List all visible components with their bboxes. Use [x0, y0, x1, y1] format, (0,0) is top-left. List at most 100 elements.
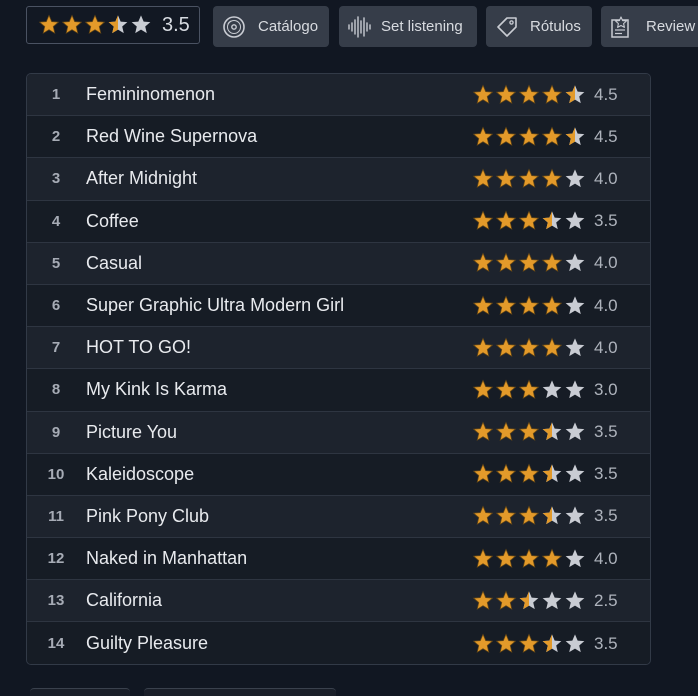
- track-rating-stars[interactable]: [472, 379, 586, 401]
- star-icon: [472, 84, 494, 104]
- star-icon: [472, 168, 494, 188]
- track-title[interactable]: Red Wine Supernova: [86, 126, 472, 147]
- track-row[interactable]: 9 Picture You 3.5: [27, 411, 650, 454]
- track-rating-value: 4.0: [594, 168, 618, 188]
- star-icon: [565, 127, 585, 145]
- star-icon: [472, 337, 494, 357]
- star-icon: [565, 84, 585, 103]
- track-rating-stars[interactable]: [472, 210, 586, 232]
- track-row[interactable]: 12 Naked in Manhattan 4.0: [27, 538, 650, 581]
- track-rating-stars[interactable]: [472, 505, 586, 527]
- track-title[interactable]: Guilty Pleasure: [86, 633, 472, 654]
- star-icon: [495, 126, 517, 146]
- star-icon: [472, 590, 494, 610]
- star-icon: [472, 463, 494, 484]
- labels-button[interactable]: Rótulos: [486, 6, 592, 47]
- star-icon: [131, 15, 151, 34]
- track-number: 13: [47, 592, 65, 610]
- star-icon: [542, 506, 562, 525]
- star-icon: [472, 548, 494, 568]
- star-icon: [565, 338, 585, 356]
- track-rating-stars[interactable]: [472, 84, 586, 106]
- track-row[interactable]: 14 Guilty Pleasure 3.5: [27, 622, 650, 664]
- overall-rating-value: 3.5: [162, 13, 190, 36]
- star-icon: [519, 591, 539, 610]
- star-icon: [472, 379, 494, 399]
- track-title[interactable]: Super Graphic Ultra Modern Girl: [86, 295, 472, 316]
- track-title[interactable]: My Kink Is Karma: [86, 379, 472, 400]
- star-icon: [495, 632, 517, 653]
- star-icon: [541, 294, 563, 315]
- track-title[interactable]: Coffee: [86, 211, 472, 232]
- track-title[interactable]: Pink Pony Club: [86, 506, 472, 527]
- track-row[interactable]: 10 Kaleidoscope 3.5: [27, 453, 650, 496]
- star-icon: [541, 337, 563, 357]
- track-rating-value: 3.5: [594, 633, 618, 653]
- review-icon: [608, 14, 634, 40]
- track-row[interactable]: 11 Pink Pony Club 3.5: [27, 495, 650, 539]
- track-row[interactable]: 4 Coffee 3.5: [27, 200, 650, 243]
- track-number: 14: [47, 635, 65, 653]
- track-rating-stars[interactable]: [472, 463, 586, 485]
- star-icon: [108, 15, 128, 34]
- star-icon: [565, 633, 585, 652]
- track-rating-stars[interactable]: [472, 590, 586, 612]
- star-icon: [542, 422, 562, 441]
- track-rating-stars[interactable]: [472, 632, 586, 655]
- track-rating-stars[interactable]: [472, 294, 586, 317]
- track-rating-stars[interactable]: [472, 168, 586, 190]
- track-rating-stars[interactable]: [472, 548, 586, 570]
- star-icon: [541, 252, 563, 273]
- track-rating-stars[interactable]: [472, 252, 586, 274]
- track-title[interactable]: Picture You: [86, 422, 472, 443]
- star-icon: [542, 211, 562, 230]
- star-icon: [565, 295, 585, 314]
- track-rating-value: 4.0: [594, 337, 618, 357]
- track-title[interactable]: Femininomenon: [86, 84, 472, 105]
- star-icon: [495, 252, 517, 273]
- track-row[interactable]: 2 Red Wine Supernova 4.5: [27, 116, 650, 159]
- star-icon: [565, 591, 585, 610]
- track-row[interactable]: 13 California 2.5: [27, 580, 650, 623]
- star-icon: [495, 379, 517, 399]
- track-number: 11: [48, 507, 64, 525]
- track-title[interactable]: HOT TO GO!: [86, 337, 472, 358]
- track-number: 10: [47, 465, 65, 483]
- track-rating-stars[interactable]: [472, 421, 586, 443]
- track-title[interactable]: After Midnight: [86, 168, 472, 189]
- track-row[interactable]: 8 My Kink Is Karma 3.0: [27, 369, 650, 412]
- star-icon: [495, 590, 517, 610]
- track-title[interactable]: Casual: [86, 253, 472, 274]
- tracklist: 1 Femininomenon 4.5 2 Red Wine Supernova 4.5 3…: [26, 73, 651, 665]
- track-row[interactable]: 7 HOT TO GO! 4.0: [27, 327, 650, 370]
- track-row[interactable]: 1 Femininomenon 4.5: [27, 74, 650, 117]
- track-title[interactable]: Kaleidoscope: [86, 464, 472, 485]
- set-listening-button[interactable]: Set listening: [339, 6, 477, 47]
- track-row[interactable]: 5 Casual 4.0: [27, 242, 650, 285]
- star-icon: [565, 211, 585, 230]
- star-icon: [565, 464, 585, 483]
- star-icon: [495, 463, 517, 484]
- track-rating-value: 4.5: [594, 126, 618, 146]
- track-row[interactable]: 3 After Midnight 4.0: [27, 158, 650, 201]
- track-rating-stars[interactable]: [472, 337, 586, 359]
- track-number: 3: [51, 170, 61, 188]
- star-icon: [472, 632, 494, 653]
- overall-rating[interactable]: 3.5: [26, 6, 200, 44]
- star-icon: [541, 84, 563, 104]
- track-rating-stars[interactable]: [472, 126, 586, 148]
- catalog-button[interactable]: Catálogo: [213, 6, 329, 47]
- track-row[interactable]: 6 Super Graphic Ultra Modern Girl 4.0: [27, 284, 650, 328]
- star-icon: [518, 463, 540, 484]
- review-button[interactable]: Review: [601, 6, 698, 47]
- track-number: 2: [51, 128, 61, 146]
- track-title[interactable]: Naked in Manhattan: [86, 548, 472, 569]
- track-rating-value: 3.5: [594, 506, 618, 526]
- star-icon: [472, 210, 494, 231]
- star-icon: [472, 505, 494, 526]
- star-icon: [565, 506, 585, 525]
- track-title[interactable]: California: [86, 590, 472, 611]
- star-icon: [472, 252, 494, 273]
- star-icon: [495, 421, 517, 442]
- star-icon: [38, 14, 60, 34]
